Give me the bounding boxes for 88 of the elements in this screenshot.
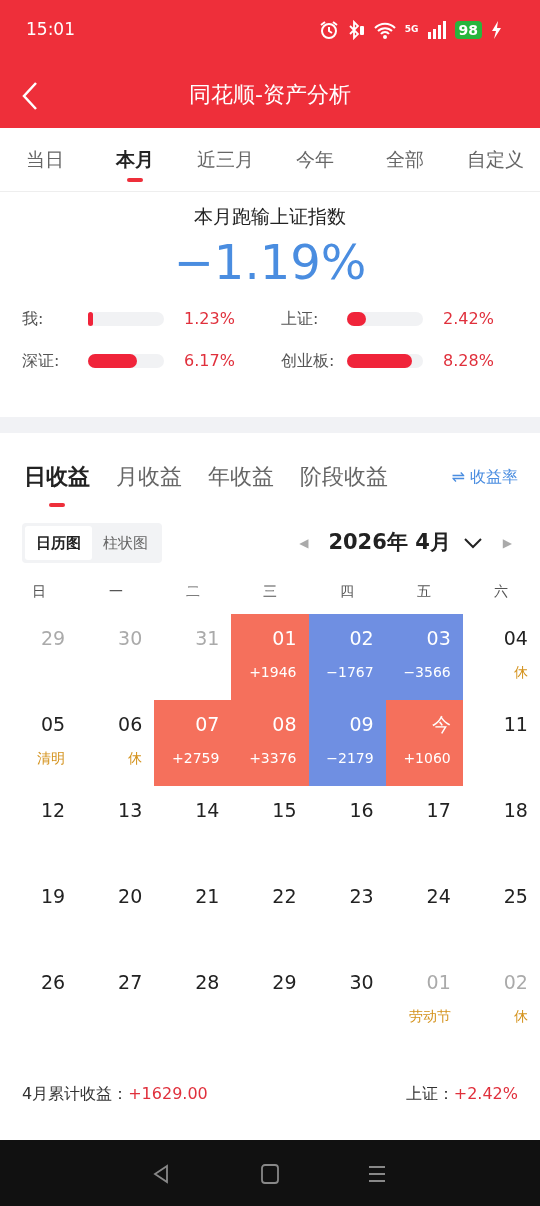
period-tab[interactable]: 本月 <box>90 128 180 191</box>
weekday-label: 二 <box>184 582 201 602</box>
calendar-day: 03 <box>426 626 451 651</box>
period-tab[interactable]: 全部 <box>360 128 450 191</box>
charging-icon <box>490 20 502 40</box>
calendar-day[interactable]: 18 <box>503 798 528 823</box>
day-profit: +1060 <box>403 749 451 769</box>
calendar-day: 08 <box>272 712 297 737</box>
calendar-day[interactable]: 11 <box>503 712 528 737</box>
calendar-day: 09 <box>349 712 374 737</box>
calendar-day: 01 <box>272 626 297 651</box>
calendar-day[interactable]: 26 <box>40 970 66 995</box>
battery-level: 98 <box>454 21 482 39</box>
bar-label: 深证: <box>22 349 61 372</box>
period-tab[interactable]: 近三月 <box>180 128 270 191</box>
calendar-day[interactable]: 20 <box>118 884 143 909</box>
calendar-day: 今 <box>431 712 451 737</box>
calendar-day[interactable]: 23 <box>349 884 374 909</box>
weekday-label: 三 <box>262 582 278 602</box>
calendar-day[interactable]: 14 <box>195 798 220 823</box>
calendar-day[interactable]: 27 <box>118 970 143 995</box>
page-title: 同花顺-资产分析 <box>189 80 351 109</box>
calendar-day[interactable]: 12 <box>40 798 66 823</box>
calendar-day[interactable]: 04 <box>503 626 528 651</box>
day-profit: −2179 <box>326 749 374 769</box>
profit-tab[interactable]: 月收益 <box>116 460 182 508</box>
profit-tab[interactable]: 年收益 <box>208 460 274 508</box>
calendar-day[interactable]: 21 <box>195 884 220 909</box>
day-note: 休 <box>513 1007 528 1027</box>
calendar-day[interactable]: 25 <box>503 884 528 909</box>
weekday-label: 四 <box>339 582 356 602</box>
status-time: 15:01 <box>26 18 75 42</box>
calendar-day[interactable]: 22 <box>272 884 297 909</box>
calendar-day[interactable]: 19 <box>40 884 66 909</box>
period-tab[interactable]: 今年 <box>270 128 360 191</box>
rate-toggle[interactable]: ⇌ 收益率 <box>451 464 518 503</box>
total-label: 4月累计收益： <box>22 1083 129 1106</box>
day-note: 休 <box>513 663 528 683</box>
bar-label: 创业板: <box>281 349 336 372</box>
day-profit: +1946 <box>249 663 297 683</box>
calendar-day[interactable]: 29 <box>272 970 297 995</box>
summary-caption: 本月跑输上证指数 <box>194 205 346 227</box>
calendar-day[interactable]: 16 <box>349 798 374 823</box>
index-label: 上证： <box>405 1083 454 1106</box>
calendar-day[interactable]: 30 <box>349 970 374 995</box>
calendar-day[interactable]: 17 <box>426 798 451 823</box>
bar-reading: 1.23% <box>184 307 235 330</box>
day-profit: +2759 <box>172 749 220 769</box>
calendar-day[interactable]: 15 <box>272 798 297 823</box>
return-difference: −1.19% <box>173 233 367 290</box>
calendar-day[interactable]: 05 <box>40 712 66 737</box>
calendar-day[interactable]: 13 <box>118 798 143 823</box>
total-value: +1629.00 <box>128 1083 208 1106</box>
calendar-day[interactable]: 28 <box>195 970 220 995</box>
day-profit: +3376 <box>249 749 297 769</box>
day-profit: −3566 <box>403 663 451 683</box>
bar-reading: 8.28% <box>443 349 494 372</box>
bar-reading: 2.42% <box>443 307 494 330</box>
view-tab[interactable]: 日历图 <box>25 525 92 561</box>
wifi-icon <box>372 20 397 40</box>
day-note: 劳动节 <box>408 1007 451 1027</box>
alarm-icon <box>318 20 339 40</box>
bar-reading: 6.17% <box>184 349 235 372</box>
calendar-day[interactable]: 24 <box>426 884 451 909</box>
bluetooth-icon <box>346 20 365 40</box>
index-value: +2.42% <box>453 1083 518 1106</box>
signal-icon <box>426 20 447 40</box>
day-note: 休 <box>128 749 143 769</box>
day-note: 清明 <box>37 749 66 769</box>
weekday-label: 日 <box>30 582 47 602</box>
home-nav-icon[interactable] <box>259 1161 281 1185</box>
calendar-day: 02 <box>349 626 374 651</box>
bar-label: 我: <box>22 307 45 330</box>
weekday-label: 五 <box>416 582 433 602</box>
chevron-down-icon <box>462 537 483 550</box>
weekday-label: 一 <box>107 582 124 602</box>
profit-tab[interactable]: 阶段收益 <box>300 460 388 508</box>
calendar-day: 07 <box>195 712 220 737</box>
day-profit: −1767 <box>326 663 374 683</box>
calendar-day[interactable]: 06 <box>118 712 143 737</box>
period-tab[interactable]: 自定义 <box>450 128 540 191</box>
bar-label: 上证: <box>281 307 320 330</box>
profit-tab[interactable]: 日收益 <box>24 460 90 508</box>
month-picker[interactable]: 2026年 4月 <box>328 527 483 559</box>
network-label: 5G <box>404 23 419 37</box>
view-tab[interactable]: 柱状图 <box>92 525 159 561</box>
period-tab[interactable]: 当日 <box>0 128 90 191</box>
weekday-label: 六 <box>493 582 510 602</box>
